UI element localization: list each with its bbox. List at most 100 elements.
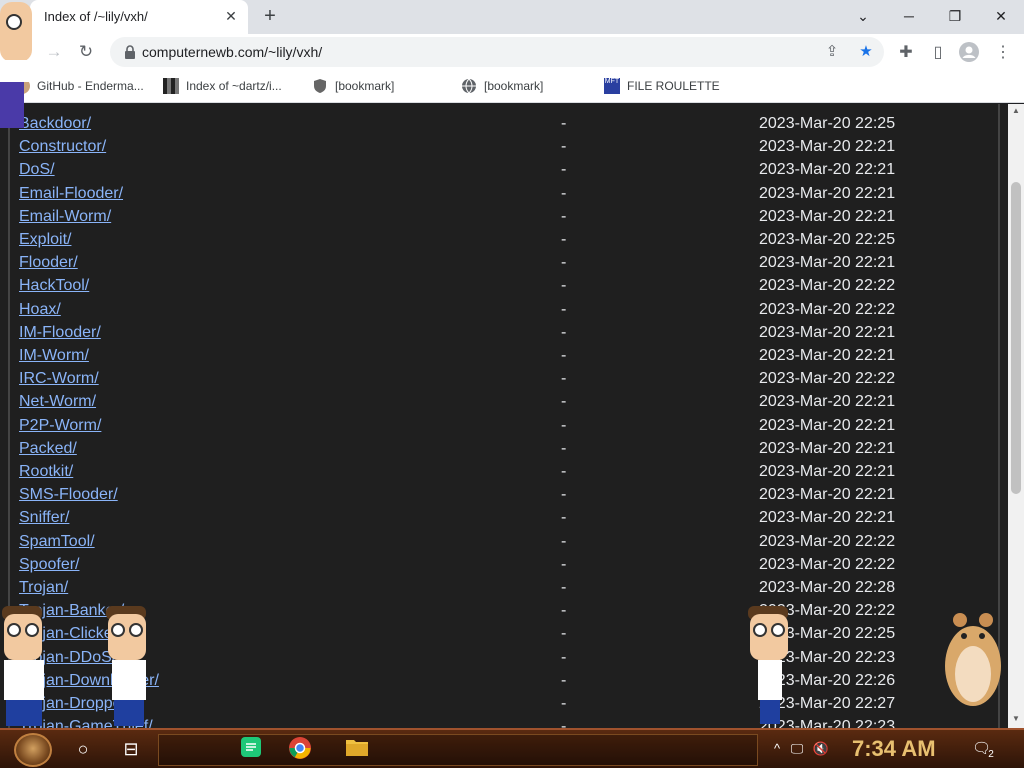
- scrollbar-thumb[interactable]: [1011, 182, 1021, 494]
- bookmark-item[interactable]: [bookmark]: [461, 77, 543, 95]
- bookmark-item[interactable]: [bookmark]: [312, 77, 394, 95]
- close-window-icon[interactable]: ✕: [986, 4, 1016, 28]
- notification-count: 2: [988, 749, 994, 760]
- directory-link[interactable]: DoS/: [19, 161, 55, 179]
- bookmark-label: Index of ~dartz/i...: [186, 79, 282, 93]
- table-row: Packed/ - 2023-Mar-20 22:21: [19, 440, 919, 463]
- size-cell: -: [561, 207, 567, 225]
- directory-link[interactable]: Email-Worm/: [19, 208, 111, 226]
- file-explorer-icon[interactable]: [344, 736, 370, 762]
- directory-link[interactable]: Spoofer/: [19, 556, 79, 574]
- size-cell: -: [561, 370, 567, 388]
- cartoon-man-sprite: [106, 606, 146, 726]
- url-text[interactable]: computernewb.com/~lily/vxh/: [142, 44, 322, 60]
- tab-strip: Index of /~lily/vxh/ ✕ + ⌄ ─ ❐ ✕: [0, 0, 1024, 34]
- scroll-down-icon[interactable]: ▼: [1008, 712, 1024, 726]
- modified-date-cell: 2023-Mar-20 22:25: [759, 231, 896, 248]
- table-row: Hoax/ - 2023-Mar-20 22:22: [19, 301, 919, 324]
- directory-link[interactable]: Flooder/: [19, 254, 78, 272]
- mft-icon: MFT: [604, 78, 620, 94]
- directory-link[interactable]: IM-Worm/: [19, 347, 89, 365]
- size-cell: -: [561, 231, 567, 248]
- tab-close-icon[interactable]: ✕: [222, 7, 240, 25]
- bookmark-item[interactable]: MFT FILE ROULETTE: [604, 77, 720, 95]
- table-row: IRC-Worm/ - 2023-Mar-20 22:22: [19, 370, 919, 393]
- notes-app-icon[interactable]: [238, 736, 264, 762]
- directory-link[interactable]: SpamTool/: [19, 533, 95, 551]
- start-button[interactable]: [14, 733, 52, 767]
- modified-date-cell: 2023-Mar-20 22:21: [759, 254, 896, 272]
- scroll-up-icon[interactable]: ▲: [1008, 104, 1024, 118]
- lock-icon[interactable]: [122, 44, 138, 60]
- size-cell: -: [561, 254, 567, 272]
- table-row: Flooder/ - 2023-Mar-20 22:21: [19, 254, 919, 277]
- extensions-icon[interactable]: ✚: [895, 42, 917, 64]
- chevron-up-icon[interactable]: ^: [768, 740, 786, 758]
- directory-link[interactable]: P2P-Worm/: [19, 417, 101, 435]
- modified-date-cell: 2023-Mar-20 22:21: [759, 439, 896, 457]
- taskbar-clock[interactable]: 7:34 AM: [852, 736, 936, 762]
- cartoon-man-sprite: [2, 606, 44, 726]
- directory-link[interactable]: SMS-Flooder/: [19, 486, 118, 504]
- table-row: IM-Flooder/ - 2023-Mar-20 22:21: [19, 324, 919, 347]
- directory-link[interactable]: Net-Worm/: [19, 393, 96, 411]
- size-cell: -: [561, 416, 567, 434]
- new-tab-icon[interactable]: +: [258, 4, 282, 28]
- modified-date-cell: 2023-Mar-20 22:22: [759, 300, 896, 318]
- search-circle-icon[interactable]: ○: [70, 736, 96, 762]
- cartoon-man-sprite: [0, 2, 32, 128]
- bookmark-label: GitHub - Enderma...: [37, 79, 144, 93]
- bookmark-star-icon[interactable]: ★: [856, 42, 876, 62]
- directory-link[interactable]: Rootkit/: [19, 463, 73, 481]
- modified-date-cell: 2023-Mar-20 22:21: [759, 323, 896, 341]
- modified-date-cell: 2023-Mar-20 22:22: [759, 532, 896, 550]
- modified-date-cell: 2023-Mar-20 22:21: [759, 486, 896, 504]
- volume-muted-icon[interactable]: 🔇: [812, 740, 830, 758]
- modified-date-cell: 2023-Mar-20 22:22: [759, 370, 896, 388]
- vertical-scrollbar[interactable]: ▲ ▼: [1008, 104, 1024, 728]
- modified-date-cell: 2023-Mar-20 22:21: [759, 207, 896, 225]
- reload-icon[interactable]: ↻: [74, 40, 98, 64]
- modified-date-cell: 2023-Mar-20 22:22: [759, 555, 896, 573]
- globe-icon: [461, 78, 477, 94]
- directory-link[interactable]: Exploit/: [19, 231, 71, 249]
- size-cell: -: [561, 532, 567, 550]
- size-cell: -: [561, 393, 567, 411]
- share-icon[interactable]: ⇪: [822, 42, 842, 62]
- address-bar[interactable]: computernewb.com/~lily/vxh/ ⇪ ★: [110, 37, 884, 67]
- active-tab[interactable]: Index of /~lily/vxh/ ✕: [30, 0, 248, 34]
- directory-link[interactable]: IRC-Worm/: [19, 370, 99, 388]
- directory-link[interactable]: Constructor/: [19, 138, 106, 156]
- size-cell: -: [561, 509, 567, 527]
- size-cell: -: [561, 115, 567, 132]
- directory-link[interactable]: Trojan/: [19, 579, 68, 597]
- chrome-icon[interactable]: [287, 736, 313, 762]
- modified-date-cell: 2023-Mar-20 22:22: [759, 277, 896, 295]
- table-row: Exploit/ - 2023-Mar-20 22:25: [19, 231, 919, 254]
- forward-icon[interactable]: →: [42, 40, 66, 64]
- size-cell: -: [561, 161, 567, 179]
- bookmark-item[interactable]: Index of ~dartz/i...: [163, 77, 282, 95]
- restore-icon[interactable]: ❐: [940, 4, 970, 28]
- network-icon[interactable]: 🖵: [788, 740, 806, 758]
- task-view-icon[interactable]: ⊟: [118, 736, 144, 762]
- modified-date-cell: 2023-Mar-20 22:21: [759, 509, 896, 527]
- directory-link[interactable]: IM-Flooder/: [19, 324, 101, 342]
- directory-link[interactable]: Packed/: [19, 440, 77, 458]
- side-panel-icon[interactable]: ▯: [927, 42, 949, 64]
- tab-search-icon[interactable]: ⌄: [848, 4, 878, 28]
- minimize-icon[interactable]: ─: [894, 4, 924, 28]
- taskbar: ○ ⊟ ^ 🖵 🔇 7:34 AM 🗨 2: [0, 728, 1024, 768]
- browser-toolbar: ← → ↻ computernewb.com/~lily/vxh/ ⇪ ★ ✚ …: [0, 34, 1024, 70]
- directory-link[interactable]: Email-Flooder/: [19, 185, 123, 203]
- menu-kebab-icon[interactable]: ⋮: [992, 42, 1014, 64]
- modified-date-cell: 2023-Mar-20 22:21: [759, 184, 896, 202]
- directory-link[interactable]: HackTool/: [19, 277, 89, 295]
- bookmark-label: [bookmark]: [335, 79, 395, 93]
- profile-avatar-icon[interactable]: [958, 42, 980, 64]
- bookmark-label: [bookmark]: [484, 79, 544, 93]
- table-row: Constructor/ - 2023-Mar-20 22:21: [19, 138, 919, 161]
- size-cell: -: [561, 625, 567, 643]
- directory-link[interactable]: Hoax/: [19, 301, 61, 319]
- directory-link[interactable]: Sniffer/: [19, 509, 69, 527]
